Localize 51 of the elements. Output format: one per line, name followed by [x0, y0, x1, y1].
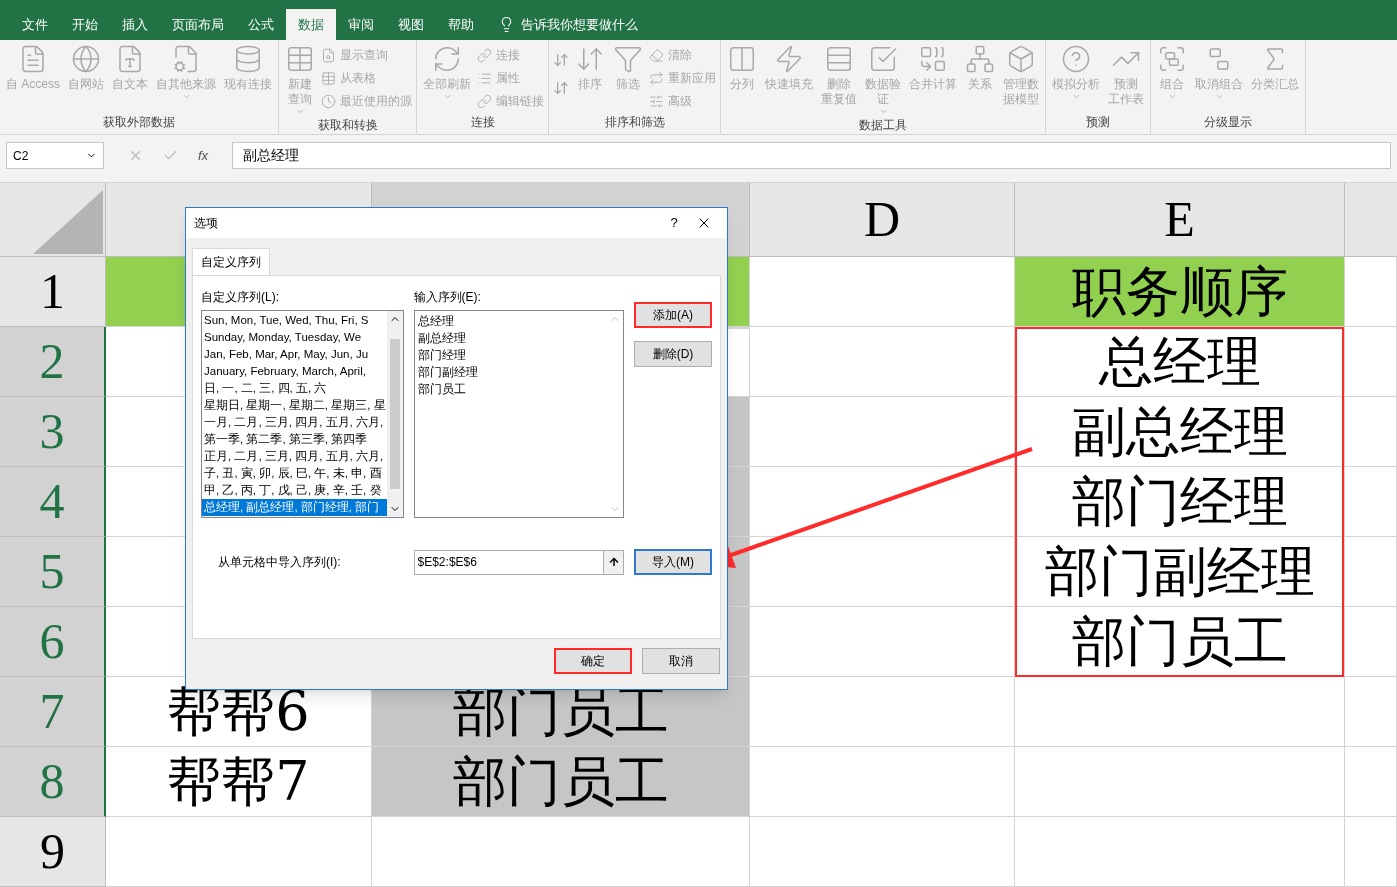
button-label: 删除: [827, 77, 851, 92]
entry-line: 部门经理: [417, 347, 467, 364]
button-label: 新建: [288, 77, 312, 92]
dialog-title: 选项: [194, 215, 219, 232]
group-label: 数据工具: [858, 117, 908, 134]
button-label: 工作表: [1108, 92, 1144, 107]
field-label: 输入序列(E):: [413, 289, 482, 306]
field-label: 自定义序列(L):: [201, 289, 280, 306]
button-label: 证: [877, 92, 889, 107]
cell-text: 帮帮6: [167, 684, 310, 739]
cell-text: 部门经理: [1071, 474, 1288, 529]
group-label: 预测: [1085, 114, 1111, 131]
cell-text: 副总经理: [1071, 404, 1288, 459]
cell-text: 职务顺序: [1071, 264, 1288, 319]
group-label: 获取和转换: [316, 117, 379, 134]
button-label: 数据验: [865, 77, 901, 92]
button-label: 关系: [968, 77, 992, 92]
group-label: 排序和筛选: [603, 114, 666, 131]
button-label: 现有连接: [224, 77, 272, 92]
entry-line: 总经理: [417, 313, 455, 330]
button-label: 全部刷新: [423, 77, 471, 92]
button-label: 查询: [288, 92, 312, 107]
group-label: 获取外部数据: [102, 114, 176, 131]
entry-line: 副总经理: [417, 330, 467, 347]
button-label: 排序: [578, 77, 602, 92]
button-label: 分类汇总: [1251, 77, 1299, 92]
cell-text: 部门员工: [1071, 614, 1288, 669]
button-label: 合并计算: [909, 77, 957, 92]
button-label: 分列: [730, 77, 754, 92]
button-label: 自文本: [112, 77, 148, 92]
cell-text: 帮帮7: [167, 754, 310, 809]
entry-line: 部门副经理: [417, 364, 479, 381]
cell-text: 总经理: [1098, 334, 1261, 389]
button-label: 模拟分析: [1052, 77, 1100, 92]
field-label: 从单元格中导入序列(I):: [217, 554, 342, 571]
group-label: 连接: [469, 114, 496, 131]
cell-text: 部门副经理: [1044, 544, 1315, 599]
entry-line: 部门员工: [417, 381, 467, 398]
button-label: 筛选: [616, 77, 640, 92]
button-label: 快速填充: [765, 77, 813, 92]
button-label: 据模型: [1003, 92, 1039, 107]
button-label: 管理数: [1003, 77, 1039, 92]
button-label: 重复值: [821, 92, 857, 107]
button-label: 预测: [1114, 77, 1138, 92]
button-label: 自 Access: [6, 77, 60, 92]
group-label: 分级显示: [1203, 114, 1253, 131]
button-label: 取消组合: [1195, 77, 1243, 92]
cell-text: 部门员工: [452, 754, 669, 809]
button-label: 自其他来源: [156, 77, 216, 92]
button-label: 组合: [1160, 77, 1184, 92]
button-label: 自网站: [68, 77, 104, 92]
